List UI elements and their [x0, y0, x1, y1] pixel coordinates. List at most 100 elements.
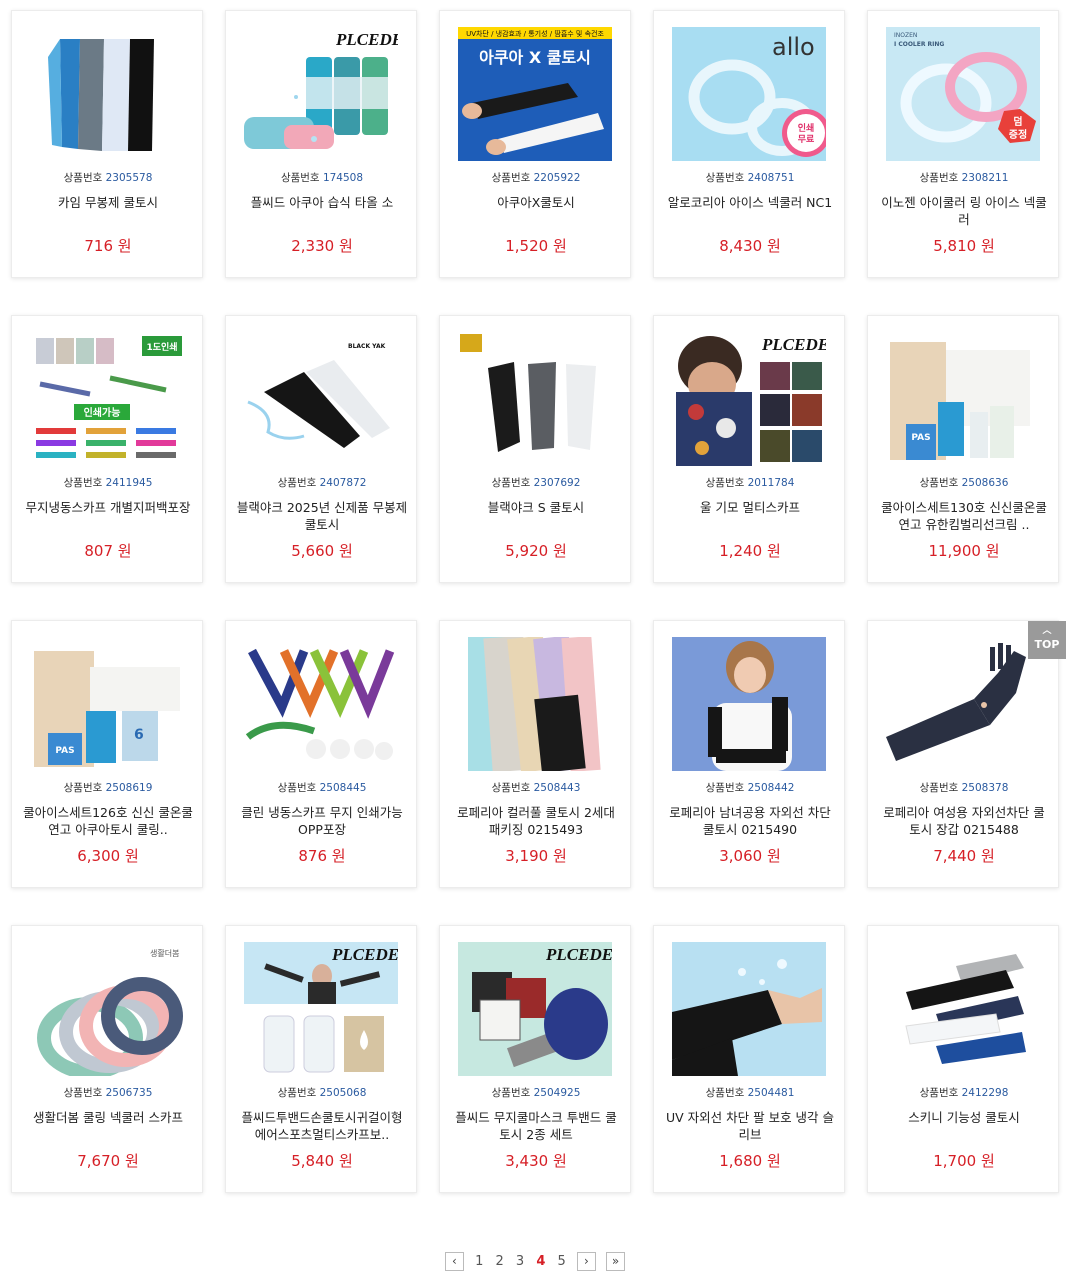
product-card[interactable]: 생활더봄 상품번호 2506735 생활더봄 쿨링 넥쿨러 스카프 7,670 … — [11, 925, 203, 1193]
cooling-neck-tube-image: 생활더봄 — [30, 942, 184, 1076]
product-price: 3,430 원 — [505, 1152, 567, 1170]
prev-page-button[interactable]: ‹ — [444, 1252, 464, 1271]
product-card[interactable]: 상품번호 2307692 블랙야크 S 쿨토시 5,920 원 — [439, 315, 631, 583]
product-code: 상품번호 2508445 — [277, 782, 367, 794]
chevron-right-icon: › — [584, 1254, 589, 1268]
product-name[interactable]: 블랙야크 2025년 신제품 무봉제 쿨토시 — [236, 499, 408, 533]
product-image[interactable]: 생활더봄 — [30, 942, 184, 1076]
product-name[interactable]: 클린 냉동스카프 무지 인쇄가능 OPP포장 — [236, 804, 408, 838]
product-code: 상품번호 2305578 — [63, 172, 153, 184]
product-name[interactable]: 블랙야크 S 쿨토시 — [450, 499, 622, 516]
product-card[interactable]: 상품번호 2305578 카임 무봉제 쿨토시 716 원 — [11, 10, 203, 278]
product-code: 상품번호 2506735 — [63, 1087, 153, 1099]
page-link-3[interactable]: 3 — [516, 1254, 524, 1269]
next-page-button[interactable]: › — [576, 1252, 596, 1271]
product-image[interactable]: BLACK YAK — [244, 332, 398, 466]
product-card[interactable]: 상품번호 2412298 스키니 기능성 쿨토시 1,700 원 — [867, 925, 1059, 1193]
product-image[interactable]: allo 인쇄 무료 — [672, 27, 826, 161]
product-name[interactable]: 로페리아 남녀공용 자외선 차단 쿨토시 0215490 — [664, 804, 836, 838]
product-card[interactable]: 상품번호 2508378 로페리아 여성용 자외선차단 쿨토시 장갑 02154… — [867, 620, 1059, 888]
unisex-uv-sleeve-image — [672, 637, 826, 771]
product-name[interactable]: 카임 무봉제 쿨토시 — [22, 194, 194, 211]
product-name[interactable]: 무지냉동스카프 개별지퍼백포장 — [22, 499, 194, 516]
product-code: 상품번호 2504925 — [491, 1087, 581, 1099]
multi-scarf-image: PLCEDE — [672, 332, 826, 466]
product-name[interactable]: 이노젠 아이쿨러 링 아이스 넥쿨러 — [878, 194, 1050, 228]
product-price: 6,300 원 — [77, 847, 139, 865]
svg-text:생활더봄: 생활더봄 — [150, 948, 179, 958]
product-image[interactable] — [30, 27, 184, 161]
cooler-ring-image: INOZEN I COOLER RING 덤 증정 — [886, 27, 1040, 161]
product-name[interactable]: 플씨드 아쿠아 습식 타올 소 — [236, 194, 408, 211]
product-card[interactable]: PLCEDE 상품번호 2504925 플씨드 무지쿨마스크 투밴드 쿨토시 2… — [439, 925, 631, 1193]
product-image[interactable]: PLCEDE — [458, 942, 612, 1076]
product-price: 716 원 — [84, 237, 132, 255]
product-image[interactable] — [886, 942, 1040, 1076]
clean-frozen-scarf-image — [244, 637, 398, 771]
product-image[interactable]: 1도인쇄 인쇄가능 — [30, 332, 184, 466]
colorful-sleeves-image — [458, 637, 612, 771]
product-code: 상품번호 2508443 — [491, 782, 581, 794]
svg-text:UV차단 / 냉감효과 / 통기성 / 땀흡수 및 속건조: UV차단 / 냉감효과 / 통기성 / 땀흡수 및 속건조 — [466, 29, 604, 38]
product-card[interactable]: BLACK YAK 상품번호 2407872 블랙야크 2025년 신제품 무봉… — [225, 315, 417, 583]
product-name[interactable]: 로페리아 여성용 자외선차단 쿨토시 장갑 0215488 — [878, 804, 1050, 838]
product-price: 1,680 원 — [719, 1152, 781, 1170]
product-name[interactable]: 플씨드투밴드손쿨토시귀걸이형에어스포츠멀티스카프보.. — [236, 1109, 408, 1143]
product-card[interactable]: 6 PAS 상품번호 2508619 쿨아이스세트126호 신신 쿨온쿨연고 아… — [11, 620, 203, 888]
product-card[interactable]: 상품번호 2508445 클린 냉동스카프 무지 인쇄가능 OPP포장 876 … — [225, 620, 417, 888]
product-name[interactable]: 플씨드 무지쿨마스크 투밴드 쿨토시 2종 세트 — [450, 1109, 622, 1143]
product-card[interactable]: PLCEDE 상품번호 2505068 플씨드투밴드손쿨토시귀걸이형에어스포츠멀… — [225, 925, 417, 1193]
product-card[interactable]: allo 인쇄 무료 상품번호 2408751 알로코리아 아이스 넥쿨러 NC… — [653, 10, 845, 278]
product-image[interactable] — [886, 637, 1040, 771]
product-name[interactable]: 스키니 기능성 쿨토시 — [878, 1109, 1050, 1126]
product-card[interactable]: 상품번호 2508442 로페리아 남녀공용 자외선 차단 쿨토시 021549… — [653, 620, 845, 888]
scroll-top-button[interactable]: ︿ TOP — [1028, 621, 1066, 659]
product-image[interactable]: PAS — [886, 332, 1040, 466]
svg-text:PLCEDE: PLCEDE — [761, 335, 826, 354]
product-image[interactable] — [672, 942, 826, 1076]
product-image[interactable] — [458, 637, 612, 771]
svg-text:무료: 무료 — [798, 134, 815, 145]
product-image[interactable]: PLCEDE — [244, 942, 398, 1076]
product-card[interactable]: PLCEDE 상품번호 174508 플씨드 아쿠아 습식 타올 소 2,330… — [225, 10, 417, 278]
chevron-left-icon: ‹ — [452, 1254, 457, 1268]
product-card[interactable]: 상품번호 2508443 로페리아 컬러풀 쿨토시 2세대 패키징 021549… — [439, 620, 631, 888]
page-link-2[interactable]: 2 — [495, 1254, 503, 1269]
product-card[interactable]: PAS 상품번호 2508636 쿨아이스세트130호 신신쿨온쿨연고 유한킴벌… — [867, 315, 1059, 583]
product-card[interactable]: UV차단 / 냉감효과 / 통기성 / 땀흡수 및 속건조 아쿠아 X 쿨토시 … — [439, 10, 631, 278]
product-image[interactable] — [458, 332, 612, 466]
page-link-1[interactable]: 1 — [475, 1254, 483, 1269]
product-name[interactable]: 울 기모 멀티스카프 — [664, 499, 836, 516]
product-code: 상품번호 2205922 — [491, 172, 581, 184]
last-page-button[interactable]: » — [606, 1252, 626, 1271]
product-name[interactable]: 로페리아 컬러풀 쿨토시 2세대 패키징 0215493 — [450, 804, 622, 838]
product-name[interactable]: 생활더봄 쿨링 넥쿨러 스카프 — [22, 1109, 194, 1126]
product-name[interactable]: 아쿠아X쿨토시 — [450, 194, 622, 211]
product-price: 8,430 원 — [719, 237, 781, 255]
product-image[interactable]: PLCEDE — [672, 332, 826, 466]
cool-towel-image: PLCEDE — [244, 27, 398, 161]
product-image[interactable] — [672, 637, 826, 771]
product-code: 상품번호 2508442 — [705, 782, 795, 794]
product-name[interactable]: 쿨아이스세트126호 신신 쿨온쿨연고 아쿠아토시 쿨링.. — [22, 804, 194, 838]
product-price: 1,520 원 — [505, 237, 567, 255]
page-link-current[interactable]: 4 — [536, 1254, 545, 1269]
product-image[interactable]: UV차단 / 냉감효과 / 통기성 / 땀흡수 및 속건조 아쿠아 X 쿨토시 — [458, 27, 612, 161]
product-image[interactable]: PLCEDE — [244, 27, 398, 161]
product-image[interactable]: INOZEN I COOLER RING 덤 증정 — [886, 27, 1040, 161]
product-card[interactable]: INOZEN I COOLER RING 덤 증정 상품번호 2308211 이… — [867, 10, 1059, 278]
product-card[interactable]: PLCEDE 상품번호 2011784 울 기모 멀티스카프 1,240 원 — [653, 315, 845, 583]
product-price: 2,330 원 — [291, 237, 353, 255]
product-card[interactable]: 1도인쇄 인쇄가능 상품번호 2411945 무지냉동스카프 개별지퍼백포장 8… — [11, 315, 203, 583]
product-code: 상품번호 2504481 — [705, 1087, 795, 1099]
product-card[interactable]: 상품번호 2504481 UV 자외선 차단 팔 보호 냉각 슬리브 1,680… — [653, 925, 845, 1193]
product-name[interactable]: UV 자외선 차단 팔 보호 냉각 슬리브 — [664, 1109, 836, 1143]
svg-text:증정: 증정 — [1009, 128, 1027, 141]
page-link-5[interactable]: 5 — [558, 1254, 566, 1269]
product-price: 1,700 원 — [933, 1152, 995, 1170]
product-image[interactable]: 6 PAS — [30, 637, 184, 771]
product-image[interactable] — [244, 637, 398, 771]
cool-mask-set-image: PLCEDE — [458, 942, 612, 1076]
product-name[interactable]: 쿨아이스세트130호 신신쿨온쿨연고 유한킴벌리선크림 .. — [878, 499, 1050, 533]
product-name[interactable]: 알로코리아 아이스 넥쿨러 NC1 — [664, 194, 836, 211]
